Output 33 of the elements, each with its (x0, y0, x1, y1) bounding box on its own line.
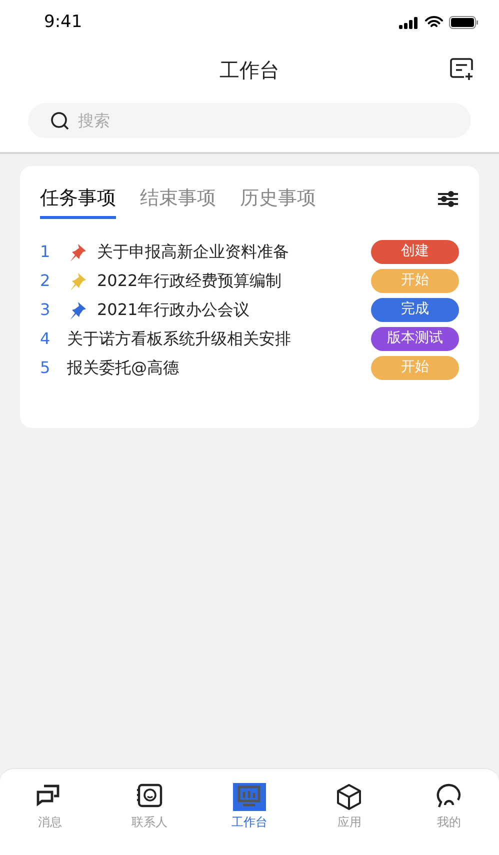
status-time: 9:41 (44, 10, 82, 34)
tab[interactable]: 结束事项 (140, 186, 216, 219)
nav-tab[interactable]: 工作台 (200, 783, 300, 831)
battery-icon (449, 16, 479, 29)
task-title[interactable]: 关于诺方看板系统升级相关安排 (67, 326, 371, 350)
row-number: 3 (40, 298, 52, 320)
row-number: 2 (40, 270, 52, 292)
row-number: 5 (40, 356, 52, 378)
filter-icon[interactable] (437, 190, 459, 208)
status-tag: 完成 (371, 298, 459, 322)
signal-icon (399, 16, 419, 28)
nav-tab[interactable]: 消息 (0, 783, 100, 831)
wifi-icon (425, 16, 443, 29)
nav-tab[interactable]: 应用 (299, 783, 400, 831)
nav-tab[interactable]: 联系人 (100, 783, 200, 831)
task-title[interactable]: 2022年行政经费预算编制 (97, 268, 371, 292)
task-title[interactable]: 报关委托@高德 (67, 356, 371, 380)
workbench-icon (232, 783, 266, 811)
status-tag: 开始 (371, 268, 459, 292)
search-field[interactable]: 搜索 (28, 103, 471, 138)
nav-tab[interactable]: 我的 (399, 783, 499, 831)
task-title[interactable]: 关于申报高新企业资料准备 (97, 240, 371, 264)
task-title[interactable]: 2021年行政办公会议 (97, 298, 371, 322)
search-icon (50, 111, 70, 131)
status-tag: 开始 (371, 356, 459, 380)
row-number: 1 (40, 240, 52, 262)
status-tag: 版本测试 (371, 326, 459, 350)
tab[interactable]: 任务事项 (40, 186, 116, 219)
page-title: 工作台 (220, 57, 280, 84)
new-note-icon[interactable] (450, 58, 475, 81)
row-number: 4 (40, 328, 52, 350)
status-tag: 创建 (371, 240, 459, 264)
tab[interactable]: 历史事项 (240, 186, 316, 219)
